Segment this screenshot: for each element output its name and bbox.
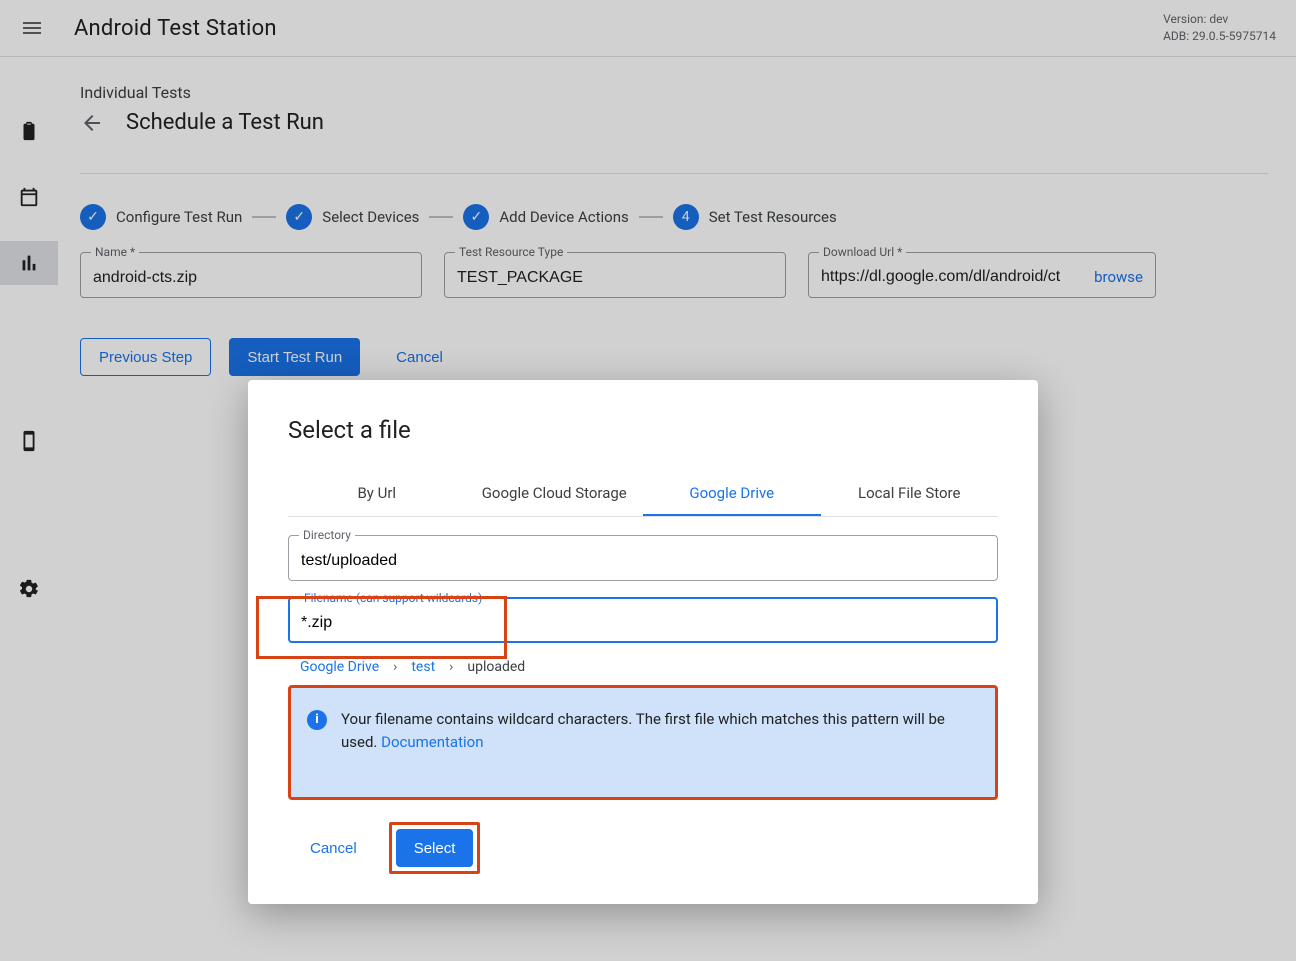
info-text: Your filename contains wildcard characte… bbox=[341, 708, 979, 753]
tab-by-url[interactable]: By Url bbox=[288, 472, 466, 516]
chevron-right-icon: › bbox=[449, 659, 453, 675]
dialog-cancel-button[interactable]: Cancel bbox=[292, 829, 375, 867]
chevron-right-icon: › bbox=[393, 659, 397, 675]
filename-field[interactable]: Filename (can support wildcards) bbox=[288, 597, 998, 643]
select-highlight: Select bbox=[389, 822, 481, 874]
directory-field[interactable]: Directory bbox=[288, 535, 998, 581]
tab-gcs[interactable]: Google Cloud Storage bbox=[466, 472, 644, 516]
tab-google-drive[interactable]: Google Drive bbox=[643, 472, 821, 516]
dialog-select-button[interactable]: Select bbox=[396, 829, 474, 867]
filename-input[interactable] bbox=[301, 614, 985, 632]
field-label: Filename (can support wildcards) bbox=[300, 591, 486, 605]
info-banner: i Your filename contains wildcard charac… bbox=[288, 685, 998, 800]
tab-local[interactable]: Local File Store bbox=[821, 472, 999, 516]
info-icon: i bbox=[307, 710, 327, 730]
dialog-title: Select a file bbox=[288, 416, 998, 444]
dialog-tabs: By Url Google Cloud Storage Google Drive… bbox=[288, 472, 998, 517]
documentation-link[interactable]: Documentation bbox=[381, 733, 483, 751]
dialog-buttons: Cancel Select bbox=[288, 822, 998, 874]
directory-input[interactable] bbox=[301, 552, 985, 570]
drive-breadcrumb: Google Drive › test › uploaded bbox=[288, 659, 998, 675]
breadcrumb-current: uploaded bbox=[467, 659, 525, 675]
field-label: Directory bbox=[299, 528, 355, 542]
select-file-dialog: Select a file By Url Google Cloud Storag… bbox=[248, 380, 1038, 904]
breadcrumb-folder[interactable]: test bbox=[411, 659, 435, 675]
breadcrumb-root[interactable]: Google Drive bbox=[300, 659, 379, 675]
